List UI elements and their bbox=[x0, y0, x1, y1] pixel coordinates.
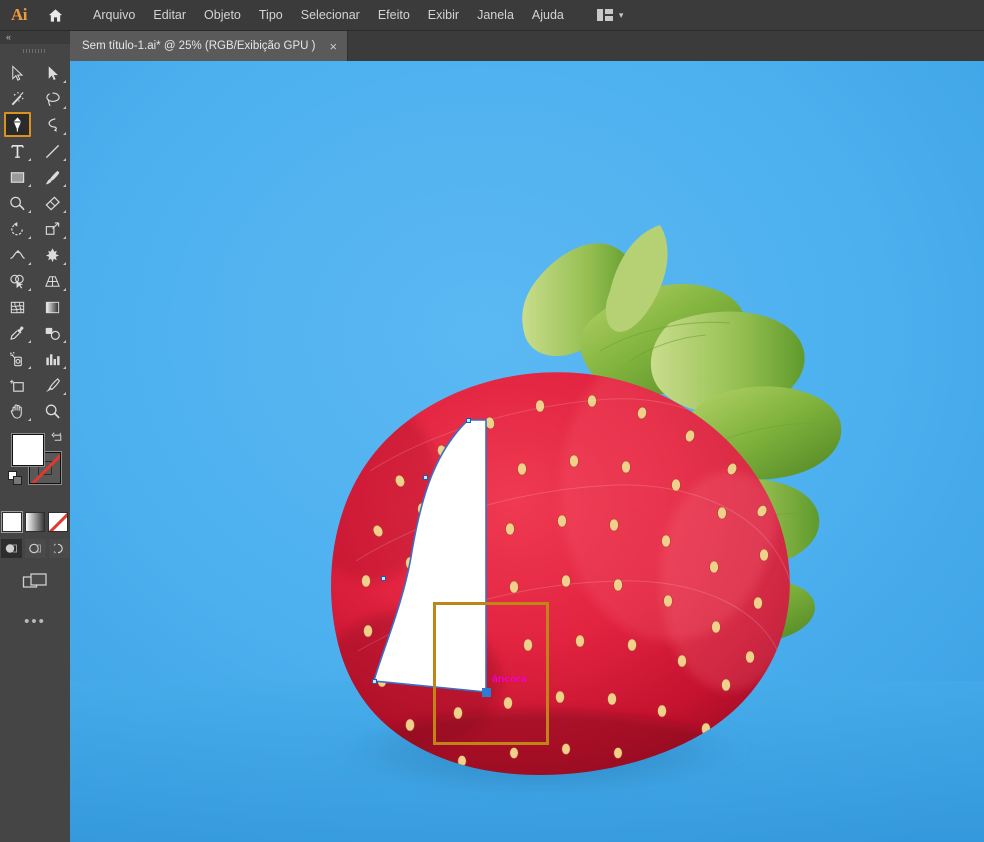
path-anchor-lower-left[interactable] bbox=[372, 679, 377, 684]
draw-mode-row bbox=[0, 539, 70, 558]
path-anchor-upper-left[interactable] bbox=[423, 475, 428, 480]
menu-item-selecionar[interactable]: Selecionar bbox=[292, 0, 369, 31]
home-icon[interactable] bbox=[38, 0, 72, 31]
perspective-grid-tool[interactable] bbox=[35, 268, 70, 294]
blend-tool[interactable] bbox=[35, 320, 70, 346]
lasso-tool[interactable] bbox=[35, 86, 70, 112]
menu-items: Arquivo Editar Objeto Tipo Selecionar Ef… bbox=[84, 0, 573, 31]
pen-tool[interactable] bbox=[4, 112, 31, 137]
menu-item-tipo[interactable]: Tipo bbox=[250, 0, 292, 31]
curvature-tool[interactable] bbox=[35, 112, 70, 138]
tools-panel: « ••• bbox=[0, 31, 70, 842]
document-tab[interactable]: Sem título-1.ai* @ 25% (RGB/Exibição GPU… bbox=[70, 31, 349, 61]
document-canvas[interactable]: âncora bbox=[70, 61, 984, 842]
workspace-grid-icon bbox=[596, 9, 613, 21]
artwork-strawberry bbox=[70, 61, 984, 842]
close-icon[interactable]: × bbox=[329, 40, 337, 53]
selection-tool[interactable] bbox=[0, 60, 35, 86]
type-tool[interactable] bbox=[0, 138, 35, 164]
menu-item-efeito[interactable]: Efeito bbox=[369, 0, 419, 31]
fill-swatch[interactable] bbox=[12, 434, 44, 466]
path-anchor-mid-left[interactable] bbox=[381, 576, 386, 581]
rotate-tool[interactable] bbox=[0, 216, 35, 242]
anchor-tooltip-label: âncora bbox=[492, 673, 527, 685]
collapse-panel-icon[interactable]: « bbox=[6, 33, 11, 42]
more-tools-button[interactable]: ••• bbox=[0, 614, 70, 629]
free-transform-tool[interactable] bbox=[35, 242, 70, 268]
eraser-tool[interactable] bbox=[35, 190, 70, 216]
draw-inside-mode-button[interactable] bbox=[48, 539, 70, 558]
chevron-down-icon: ▾ bbox=[618, 9, 624, 20]
default-fill-stroke-icon[interactable] bbox=[8, 471, 22, 485]
artboard-tool[interactable] bbox=[0, 372, 35, 398]
app-logo-icon: Ai bbox=[11, 5, 28, 24]
width-tool[interactable] bbox=[0, 242, 35, 268]
tools-panel-header[interactable]: « bbox=[0, 31, 70, 44]
menu-item-exibir[interactable]: Exibir bbox=[419, 0, 468, 31]
draw-behind-mode-button[interactable] bbox=[24, 539, 46, 558]
line-segment-tool[interactable] bbox=[35, 138, 70, 164]
path-anchor-selected[interactable] bbox=[482, 688, 491, 697]
menu-item-janela[interactable]: Janela bbox=[468, 0, 523, 31]
fill-stroke-controls bbox=[0, 430, 70, 510]
gradient-tool[interactable] bbox=[35, 294, 70, 320]
document-tab-bar: Sem título-1.ai* @ 25% (RGB/Exibição GPU… bbox=[0, 31, 984, 61]
illustrator-window: Ai Arquivo Editar Objeto Tipo Selecionar… bbox=[0, 0, 984, 842]
draw-normal-mode-button[interactable] bbox=[0, 539, 22, 558]
workspace-switcher[interactable]: ▾ bbox=[591, 4, 630, 26]
menu-item-arquivo[interactable]: Arquivo bbox=[84, 0, 144, 31]
eyedropper-tool[interactable] bbox=[0, 320, 35, 346]
menu-item-ajuda[interactable]: Ajuda bbox=[523, 0, 573, 31]
slice-tool[interactable] bbox=[35, 372, 70, 398]
color-mode-solid-button[interactable] bbox=[1, 511, 23, 533]
menu-item-objeto[interactable]: Objeto bbox=[195, 0, 250, 31]
zoom-tool[interactable] bbox=[35, 398, 70, 424]
mesh-tool[interactable] bbox=[0, 294, 35, 320]
tools-panel-grip[interactable] bbox=[0, 44, 70, 58]
tool-grid bbox=[0, 58, 70, 424]
color-mode-none-button[interactable] bbox=[48, 512, 68, 532]
menu-item-editar[interactable]: Editar bbox=[144, 0, 195, 31]
column-graph-tool[interactable] bbox=[35, 346, 70, 372]
change-screen-mode-icon[interactable] bbox=[0, 572, 70, 592]
swap-fill-stroke-icon[interactable] bbox=[51, 431, 64, 449]
menu-bar: Ai Arquivo Editar Objeto Tipo Selecionar… bbox=[0, 0, 984, 31]
color-mode-gradient-button[interactable] bbox=[25, 512, 45, 532]
hand-tool[interactable] bbox=[0, 398, 35, 424]
symbol-sprayer-tool[interactable] bbox=[0, 346, 35, 372]
path-anchor-top[interactable] bbox=[466, 418, 471, 423]
shaper-tool[interactable] bbox=[0, 190, 35, 216]
scale-tool[interactable] bbox=[35, 216, 70, 242]
magic-wand-tool[interactable] bbox=[0, 86, 35, 112]
direct-selection-tool[interactable] bbox=[35, 60, 70, 86]
paintbrush-tool[interactable] bbox=[35, 164, 70, 190]
document-tab-title: Sem título-1.ai* @ 25% (RGB/Exibição GPU… bbox=[82, 40, 316, 52]
shape-builder-tool[interactable] bbox=[0, 268, 35, 294]
color-mode-row bbox=[0, 511, 70, 533]
rectangle-tool[interactable] bbox=[0, 164, 35, 190]
